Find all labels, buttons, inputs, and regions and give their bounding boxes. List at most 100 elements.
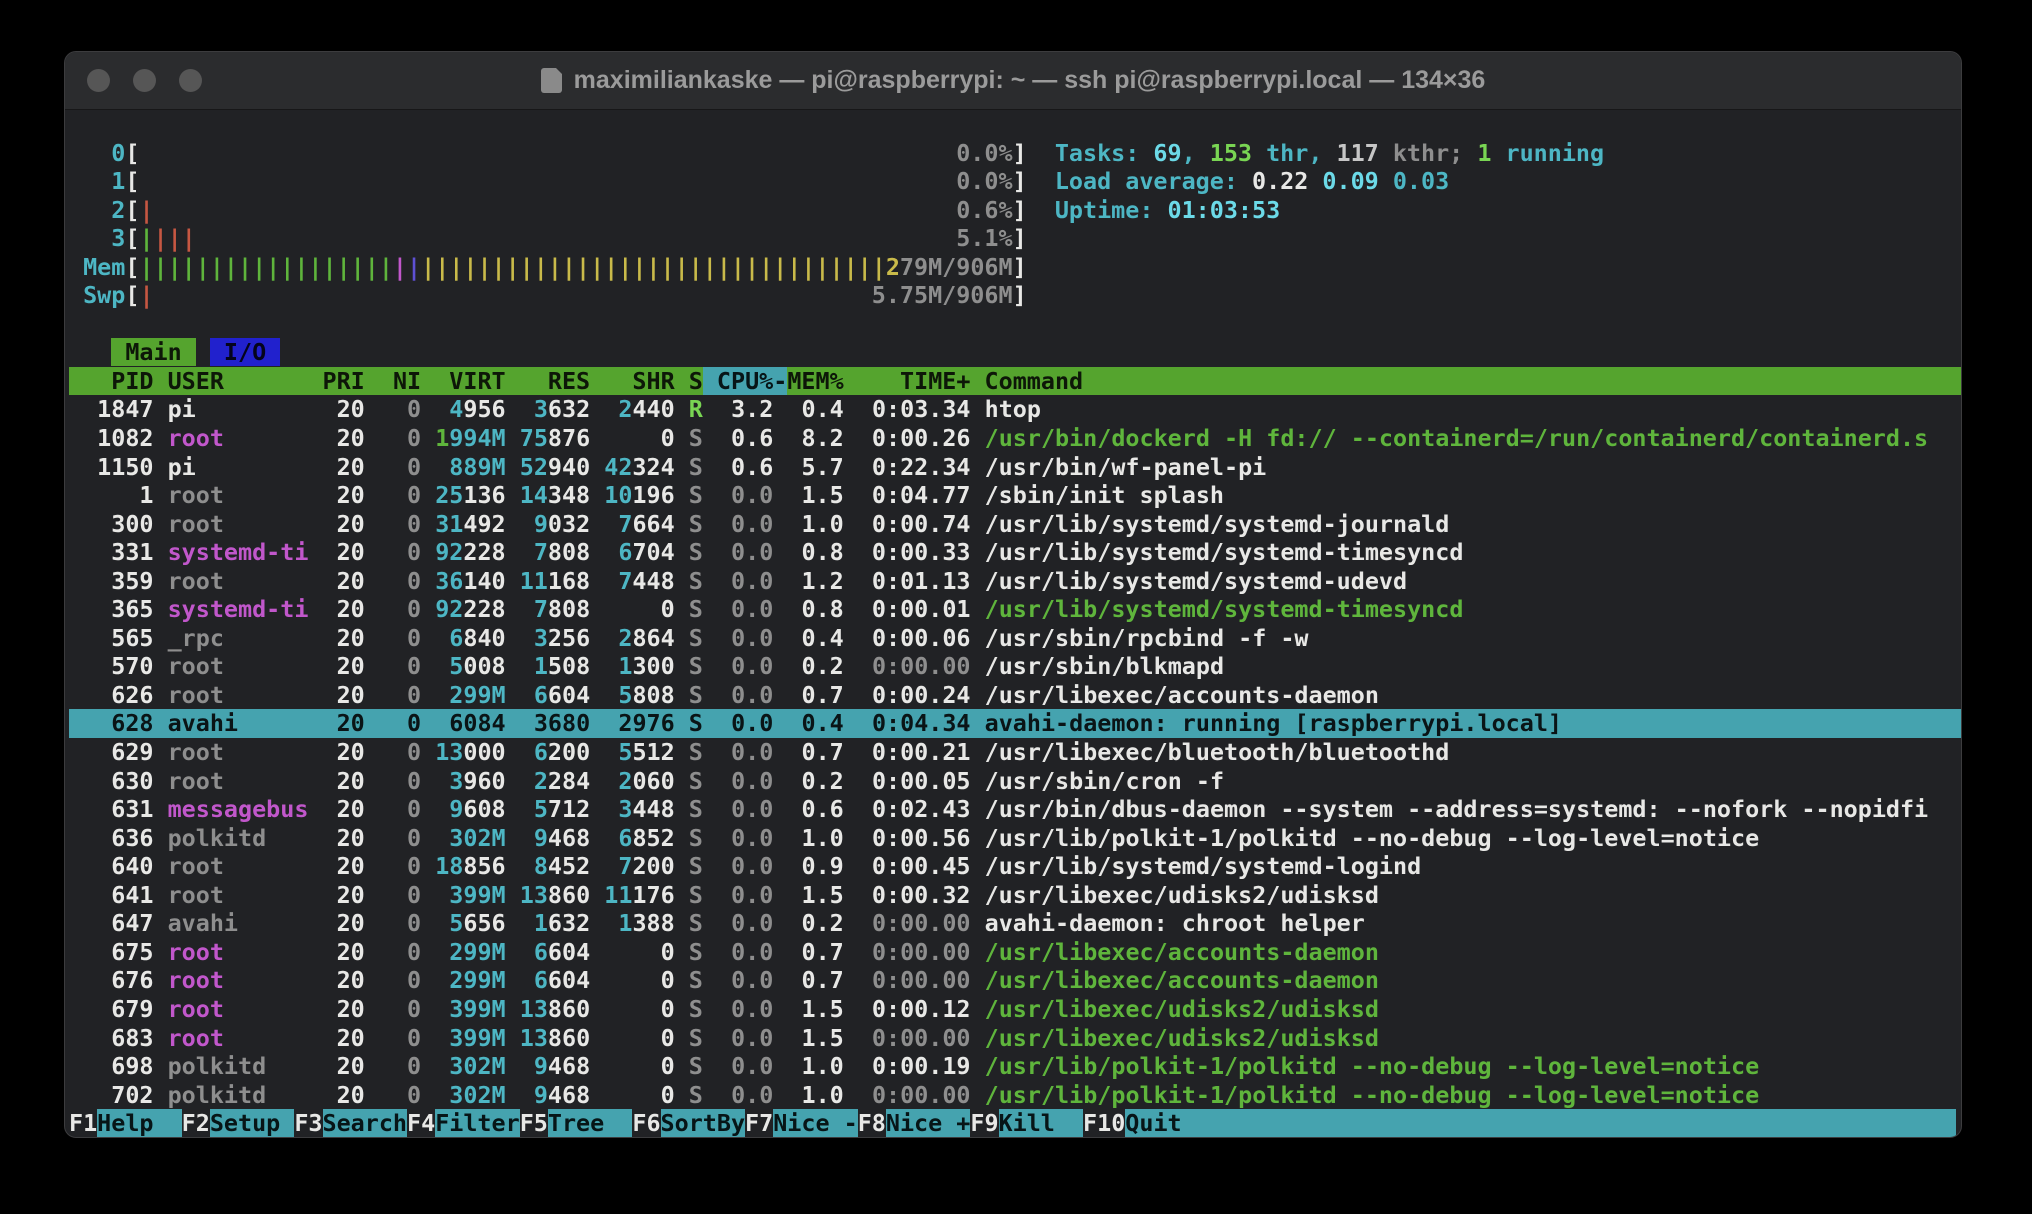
cell-pid: 636 xyxy=(69,824,154,852)
fkey-f6[interactable]: F6SortBy xyxy=(632,1109,745,1137)
cell-time: 0:00.06 xyxy=(858,624,971,652)
cell-virt: 302M xyxy=(435,824,505,852)
process-row-565[interactable]: 565 _rpc 20 0 6840 3256 2864 S 0.0 0.4 0… xyxy=(69,624,1961,653)
cell-ni: 0 xyxy=(379,595,421,623)
column-mem[interactable]: MEM% xyxy=(787,367,843,395)
cell-ni: 0 xyxy=(379,824,421,852)
process-row-626[interactable]: 626 root 20 0 299M 6604 5808 S 0.0 0.7 0… xyxy=(69,681,1961,710)
process-row-679[interactable]: 679 root 20 0 399M 13860 0 S 0.0 1.5 0:0… xyxy=(69,995,1961,1024)
minimize-button[interactable] xyxy=(133,69,156,92)
cell-user: avahi xyxy=(168,709,309,737)
cell-shr: 0 xyxy=(604,938,674,966)
cell-ni: 0 xyxy=(379,909,421,937)
cell-state: R xyxy=(689,395,703,423)
process-row-630[interactable]: 630 root 20 0 3960 2284 2060 S 0.0 0.2 0… xyxy=(69,767,1961,796)
column-res[interactable]: RES xyxy=(520,367,590,395)
process-row-640[interactable]: 640 root 20 0 18856 8452 7200 S 0.0 0.9 … xyxy=(69,852,1961,881)
process-row-1847[interactable]: 1847 pi 20 0 4956 3632 2440 R 3.2 0.4 0:… xyxy=(69,395,1961,424)
fkey-f4[interactable]: F4Filter xyxy=(407,1109,520,1137)
cell-cpu-percent: 0.0 xyxy=(717,510,773,538)
cell-res: 3256 xyxy=(520,624,590,652)
cell-res: 13860 xyxy=(520,995,590,1023)
process-row-628[interactable]: 628 avahi 20 0 6084 3680 2976 S 0.0 0.4 … xyxy=(69,709,1961,738)
cell-user: pi xyxy=(168,395,309,423)
column-shr[interactable]: SHR xyxy=(604,367,674,395)
cell-ni: 0 xyxy=(379,681,421,709)
cell-pid: 675 xyxy=(69,938,154,966)
fkey-f3[interactable]: F3Search xyxy=(294,1109,407,1137)
cell-state: S xyxy=(689,538,703,566)
fkey-f7[interactable]: F7Nice - xyxy=(745,1109,858,1137)
cell-time: 0:00.00 xyxy=(858,652,971,680)
process-row-676[interactable]: 676 root 20 0 299M 6604 0 S 0.0 0.7 0:00… xyxy=(69,966,1961,995)
close-button[interactable] xyxy=(87,69,110,92)
cell-virt: 92228 xyxy=(435,538,505,566)
cell-res: 9468 xyxy=(520,1081,590,1109)
fkey-f10[interactable]: F10Quit xyxy=(1083,1109,1956,1137)
column-cpu[interactable]: CPU%- xyxy=(703,367,788,395)
cell-res: 7808 xyxy=(520,595,590,623)
cell-ni: 0 xyxy=(379,709,421,737)
process-row-300[interactable]: 300 root 20 0 31492 9032 7664 S 0.0 1.0 … xyxy=(69,510,1961,539)
process-row-636[interactable]: 636 polkitd 20 0 302M 9468 6852 S 0.0 1.… xyxy=(69,824,1961,853)
cell-virt: 1994M xyxy=(435,424,505,452)
process-row-629[interactable]: 629 root 20 0 13000 6200 5512 S 0.0 0.7 … xyxy=(69,738,1961,767)
cpu-meter-3: 3[|||| 5.1%] xyxy=(69,224,1961,253)
process-row-365[interactable]: 365 systemd-ti 20 0 92228 7808 0 S 0.0 0… xyxy=(69,595,1961,624)
cell-command: /usr/libexec/udisks2/udisksd xyxy=(985,1024,1957,1052)
cell-state: S xyxy=(689,709,703,737)
process-row-647[interactable]: 647 avahi 20 0 5656 1632 1388 S 0.0 0.2 … xyxy=(69,909,1961,938)
process-row-359[interactable]: 359 root 20 0 36140 11168 7448 S 0.0 1.2… xyxy=(69,567,1961,596)
cell-res: 7808 xyxy=(520,538,590,566)
process-row-1082[interactable]: 1082 root 20 0 1994M 75876 0 S 0.6 8.2 0… xyxy=(69,424,1961,453)
column-pri[interactable]: PRI xyxy=(323,367,365,395)
cell-cpu-percent: 0.0 xyxy=(717,624,773,652)
cell-pri: 20 xyxy=(323,795,365,823)
fkey-f9[interactable]: F9Kill xyxy=(970,1109,1083,1137)
cell-res: 6604 xyxy=(520,966,590,994)
cell-shr: 7200 xyxy=(604,852,674,880)
tab-main[interactable]: Main xyxy=(111,338,196,366)
process-row-698[interactable]: 698 polkitd 20 0 302M 9468 0 S 0.0 1.0 0… xyxy=(69,1052,1961,1081)
cell-user: avahi xyxy=(168,909,309,937)
cell-time: 0:00.24 xyxy=(858,681,971,709)
cell-user: root xyxy=(168,1024,309,1052)
column-pid[interactable]: PID xyxy=(69,367,154,395)
cell-state: S xyxy=(689,1081,703,1109)
column-ni[interactable]: NI xyxy=(379,367,421,395)
fkey-f5[interactable]: F5Tree xyxy=(520,1109,633,1137)
column-s[interactable]: S xyxy=(689,367,703,395)
cell-time: 0:00.01 xyxy=(858,595,971,623)
column-virt[interactable]: VIRT xyxy=(435,367,505,395)
column-time[interactable]: TIME+ xyxy=(858,367,971,395)
process-row-570[interactable]: 570 root 20 0 5008 1508 1300 S 0.0 0.2 0… xyxy=(69,652,1961,681)
cell-pid: 647 xyxy=(69,909,154,937)
column-user[interactable]: USER xyxy=(168,367,309,395)
process-row-1150[interactable]: 1150 pi 20 0 889M 52940 42324 S 0.6 5.7 … xyxy=(69,453,1961,482)
fkey-f2[interactable]: F2Setup xyxy=(182,1109,295,1137)
cell-pri: 20 xyxy=(323,1024,365,1052)
column-command[interactable]: Command xyxy=(985,367,1957,395)
cell-state: S xyxy=(689,510,703,538)
process-row-675[interactable]: 675 root 20 0 299M 6604 0 S 0.0 0.7 0:00… xyxy=(69,938,1961,967)
process-row-641[interactable]: 641 root 20 0 399M 13860 11176 S 0.0 1.5… xyxy=(69,881,1961,910)
fkey-f8[interactable]: F8Nice + xyxy=(858,1109,971,1137)
fkey-f1[interactable]: F1Help xyxy=(69,1109,182,1137)
tab-io[interactable]: I/O xyxy=(210,338,280,366)
cell-mem-percent: 0.7 xyxy=(787,681,843,709)
cell-command: /usr/lib/systemd/systemd-timesyncd xyxy=(985,595,1957,623)
window-title: maximiliankaske — pi@raspberrypi: ~ — ss… xyxy=(574,66,1486,95)
process-row-683[interactable]: 683 root 20 0 399M 13860 0 S 0.0 1.5 0:0… xyxy=(69,1024,1961,1053)
zoom-button[interactable] xyxy=(179,69,202,92)
cell-pid: 359 xyxy=(69,567,154,595)
cell-virt: 25136 xyxy=(435,481,505,509)
cell-command: /usr/lib/polkit-1/polkitd --no-debug --l… xyxy=(985,1052,1957,1080)
process-row-1[interactable]: 1 root 20 0 25136 14348 10196 S 0.0 1.5 … xyxy=(69,481,1961,510)
process-row-331[interactable]: 331 systemd-ti 20 0 92228 7808 6704 S 0.… xyxy=(69,538,1961,567)
cell-command: /usr/lib/polkit-1/polkitd --no-debug --l… xyxy=(985,824,1957,852)
process-row-702[interactable]: 702 polkitd 20 0 302M 9468 0 S 0.0 1.0 0… xyxy=(69,1081,1961,1110)
cell-state: S xyxy=(689,938,703,966)
cell-pid: 702 xyxy=(69,1081,154,1109)
cell-res: 52940 xyxy=(520,453,590,481)
process-row-631[interactable]: 631 messagebus 20 0 9608 5712 3448 S 0.0… xyxy=(69,795,1961,824)
